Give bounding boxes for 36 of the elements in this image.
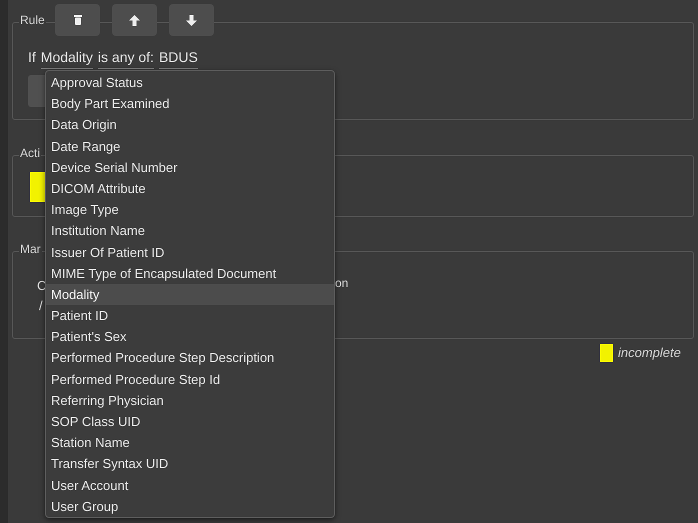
move-down-button[interactable] [169,4,214,36]
dropdown-item[interactable]: MIME Type of Encapsulated Document [46,262,334,284]
dropdown-item[interactable]: Station Name [46,432,334,454]
dropdown-item[interactable]: Data Origin [46,114,334,136]
field-selector[interactable]: Modality [40,47,93,69]
dropdown-item[interactable]: Body Part Examined [46,93,334,114]
condition-prefix: If [28,48,36,67]
dropdown-item[interactable]: Approval Status [46,72,334,94]
label-text: C [37,277,46,295]
dropdown-item[interactable]: Performed Procedure Step Id [46,368,334,390]
dropdown-item[interactable]: User Group [46,496,334,517]
dropdown-item[interactable]: DICOM Attribute [46,178,334,200]
arrow-down-icon [186,14,197,26]
dropdown-item[interactable]: Image Type [46,199,334,220]
dropdown-item[interactable]: Device Serial Number [46,156,334,178]
operator-selector[interactable]: is any of: [98,47,154,69]
status-text: incomplete [618,344,681,362]
dropdown-item[interactable]: Patient's Sex [46,326,334,348]
move-up-button[interactable] [112,4,157,36]
label-text: on [335,275,348,292]
dropdown-item[interactable]: Institution Name [46,220,334,242]
dropdown-item[interactable]: User Account [46,474,334,496]
dropdown-item[interactable]: Performed Procedure Step Description [46,347,334,369]
dropdown-item[interactable]: Issuer Of Patient ID [46,242,334,263]
dropdown-item[interactable]: Date Range [46,136,334,157]
value-selector[interactable]: BDUS [158,47,198,69]
dropdown-item[interactable]: SOP Class UID [46,411,334,432]
delete-button[interactable] [55,4,100,36]
label-text: / [39,297,43,315]
dropdown-item[interactable]: Referring Physician [46,390,334,411]
status-indicator [600,344,613,362]
trash-icon [74,15,82,25]
dropdown-item[interactable]: Transfer Syntax UID [46,453,334,475]
dropdown-item[interactable]: Patient ID [46,305,334,326]
arrow-up-icon [129,14,140,26]
dropdown-item[interactable]: Modality [46,284,334,306]
